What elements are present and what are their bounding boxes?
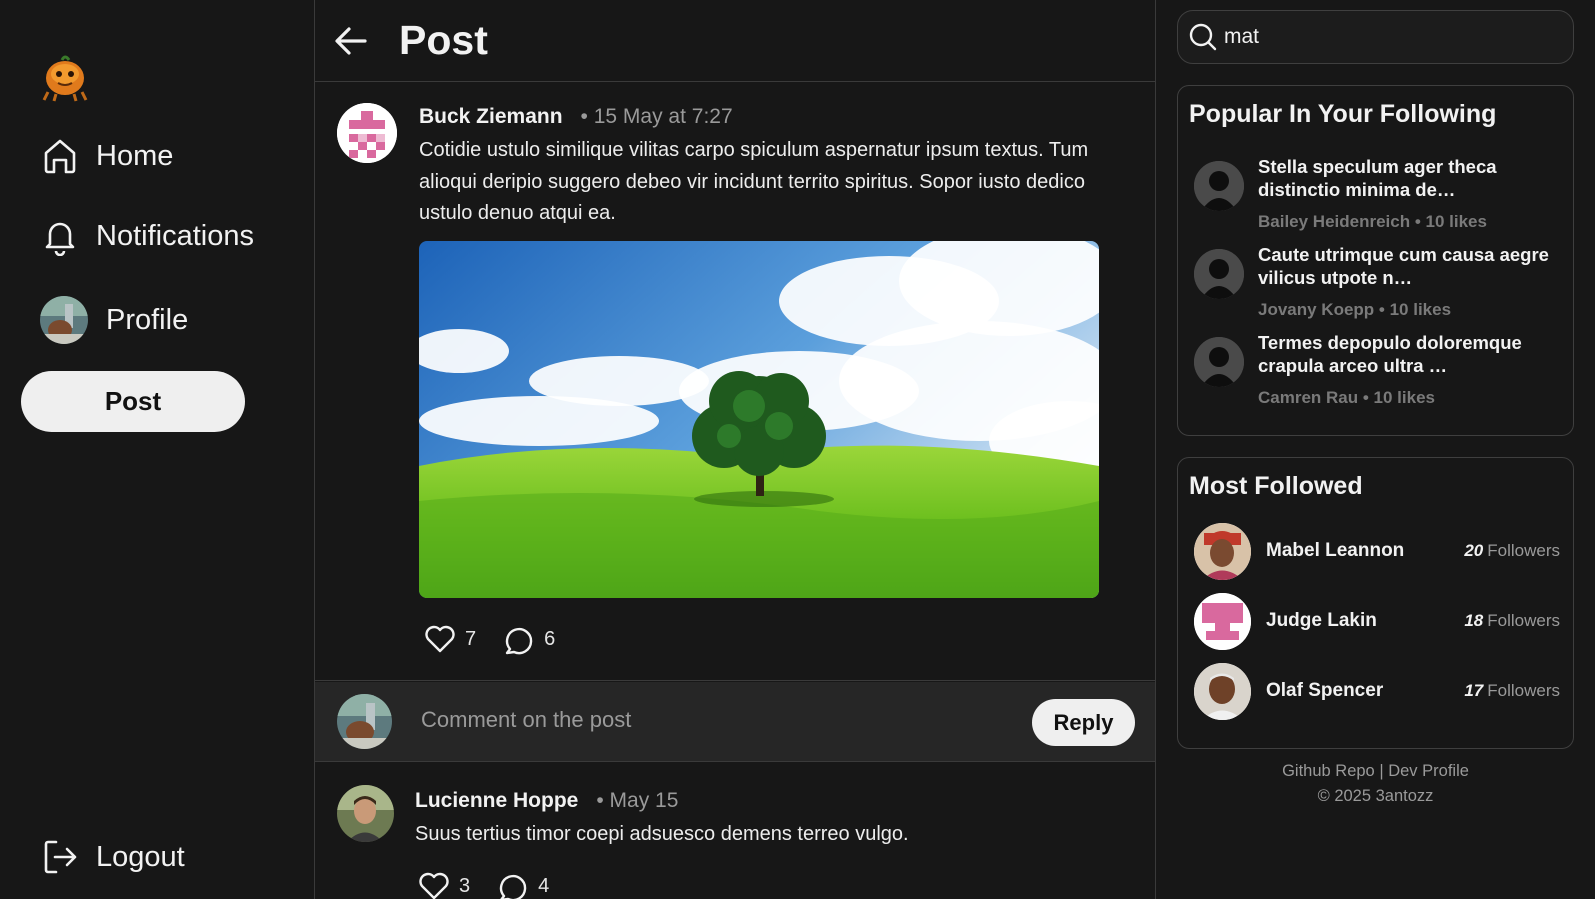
follower-count: 17 Followers: [1464, 681, 1560, 701]
post-timestamp: • 15 May at 7:27: [580, 105, 733, 128]
popular-item-text: Caute utrimque cum causa aegre vilicus u…: [1258, 244, 1549, 288]
new-post-button[interactable]: Post: [21, 371, 245, 432]
comment-meta: Lucienne Hoppe • May 15: [415, 789, 678, 813]
current-user-avatar: [337, 694, 392, 749]
post-actions: 7 6: [423, 622, 581, 656]
post-body: Cotidie ustulo similique vilitas carpo s…: [419, 139, 1089, 224]
followed-user-name: Olaf Spencer: [1266, 680, 1384, 701]
follower-count-label: Followers: [1487, 681, 1560, 700]
followed-user-item[interactable]: Judge Lakin 18 Followers: [1194, 593, 1560, 651]
search-input[interactable]: [1224, 25, 1554, 49]
nav-home[interactable]: Home: [40, 136, 173, 176]
like-count: 7: [465, 627, 477, 650]
main-post: Buck Ziemann • 15 May at 7:27 Cotidie ust…: [315, 83, 1155, 681]
comment-author[interactable]: Lucienne Hoppe: [415, 789, 578, 812]
like-button[interactable]: 7: [423, 622, 476, 656]
followed-user-item[interactable]: Olaf Spencer 17 Followers: [1194, 663, 1560, 721]
commenter-avatar[interactable]: [337, 785, 394, 842]
comment-button[interactable]: 6: [502, 622, 555, 656]
dev-profile-link[interactable]: Dev Profile: [1388, 762, 1469, 780]
comment-reply-count: 4: [538, 874, 550, 897]
followed-user-item[interactable]: Mabel Leannon 20 Followers: [1194, 523, 1560, 581]
comment-timestamp: • May 15: [596, 789, 679, 812]
heart-icon: [419, 872, 449, 899]
main-column: Post Buck Ziemann • 15 May at 7:27 Cotid…: [314, 0, 1156, 899]
author-avatar[interactable]: [337, 103, 397, 163]
followed-user-name: Mabel Leannon: [1266, 540, 1405, 561]
follower-count: 20 Followers: [1464, 541, 1560, 561]
home-icon: [44, 139, 76, 174]
default-avatar-icon: [1194, 337, 1244, 387]
comment-bubble-icon: [499, 874, 527, 899]
follower-count-value: 17: [1464, 681, 1484, 700]
nav-notifications-label: Notifications: [96, 219, 254, 252]
heart-icon: [425, 625, 455, 653]
comment-composer: Reply: [315, 682, 1155, 762]
followed-user-avatar: [1194, 593, 1251, 650]
popular-item-sub: Bailey Heidenreich • 10 likes: [1258, 212, 1487, 231]
followed-user-name: Judge Lakin: [1266, 610, 1377, 631]
right-sidebar: Popular In Your Following Stella speculu…: [1156, 0, 1595, 899]
reply-button[interactable]: Reply: [1032, 699, 1135, 746]
comment-input[interactable]: [415, 698, 995, 742]
app-logo[interactable]: [40, 52, 90, 102]
github-repo-link[interactable]: Github Repo: [1282, 762, 1375, 780]
nav-home-label: Home: [96, 139, 174, 172]
comment-bubble-icon: [505, 627, 533, 655]
user-avatar: [40, 296, 88, 344]
most-followed-card: Most Followed Mabel Leannon 20Followers: [1177, 457, 1574, 749]
bell-icon: [45, 222, 75, 256]
left-sidebar: Home Notifications Profile Post Logout: [0, 0, 314, 899]
comment-item: Lucienne Hoppe • May 15 Suus tertius timo…: [315, 763, 1155, 899]
post-image[interactable]: [419, 241, 1099, 598]
popular-title: Popular In Your Following: [1189, 100, 1497, 128]
follower-count-label: Followers: [1487, 541, 1560, 560]
popular-item-sub: Camren Rau • 10 likes: [1258, 388, 1435, 407]
default-avatar-icon: [1194, 161, 1244, 211]
popular-item-text: Termes depopulo doloremque crapula arceo…: [1258, 332, 1522, 376]
nav-notifications[interactable]: Notifications: [40, 216, 254, 256]
followed-user-avatar: [1194, 663, 1251, 720]
footer-separator: |: [1379, 762, 1384, 780]
post-author[interactable]: Buck Ziemann: [419, 105, 563, 128]
footer-links: Github Repo | Dev Profile: [1156, 759, 1595, 784]
nav-profile-label: Profile: [106, 303, 189, 336]
post-header: Post: [315, 0, 1155, 82]
nav-logout[interactable]: Logout: [40, 837, 185, 877]
search-bar: [1177, 10, 1574, 64]
copyright: © 2025 3antozz: [1317, 787, 1434, 805]
follower-count: 18 Followers: [1464, 611, 1560, 631]
search-icon: [1189, 23, 1217, 51]
comment-body: Suus tertius timor coepi adsuesco demens…: [415, 823, 909, 845]
logout-icon: [44, 840, 77, 874]
followed-user-avatar: [1194, 523, 1251, 580]
default-avatar-icon: [1194, 249, 1244, 299]
back-arrow-icon[interactable]: [333, 23, 369, 59]
follower-count-value: 18: [1464, 611, 1484, 630]
nav-logout-label: Logout: [96, 840, 185, 873]
nav-profile[interactable]: Profile: [40, 296, 188, 344]
follower-count-label: Followers: [1487, 611, 1560, 630]
post-meta: Buck Ziemann • 15 May at 7:27: [419, 105, 733, 129]
comment-like-button[interactable]: 3: [417, 869, 470, 899]
footer: Github Repo | Dev Profile © 2025 3antozz: [1156, 759, 1595, 809]
most-followed-title: Most Followed: [1189, 472, 1363, 500]
comment-reply-button[interactable]: 4: [496, 869, 549, 899]
page-title: Post: [399, 17, 488, 63]
popular-item-sub: Jovany Koepp • 10 likes: [1258, 300, 1452, 319]
popular-item-text: Stella speculum ager theca distinctio mi…: [1258, 156, 1497, 200]
comment-count: 6: [544, 627, 556, 650]
comment-like-count: 3: [459, 874, 471, 897]
comment-actions: 3 4: [417, 869, 575, 899]
popular-in-following-card: Popular In Your Following Stella speculu…: [1177, 85, 1574, 436]
follower-count-value: 20: [1464, 541, 1484, 560]
